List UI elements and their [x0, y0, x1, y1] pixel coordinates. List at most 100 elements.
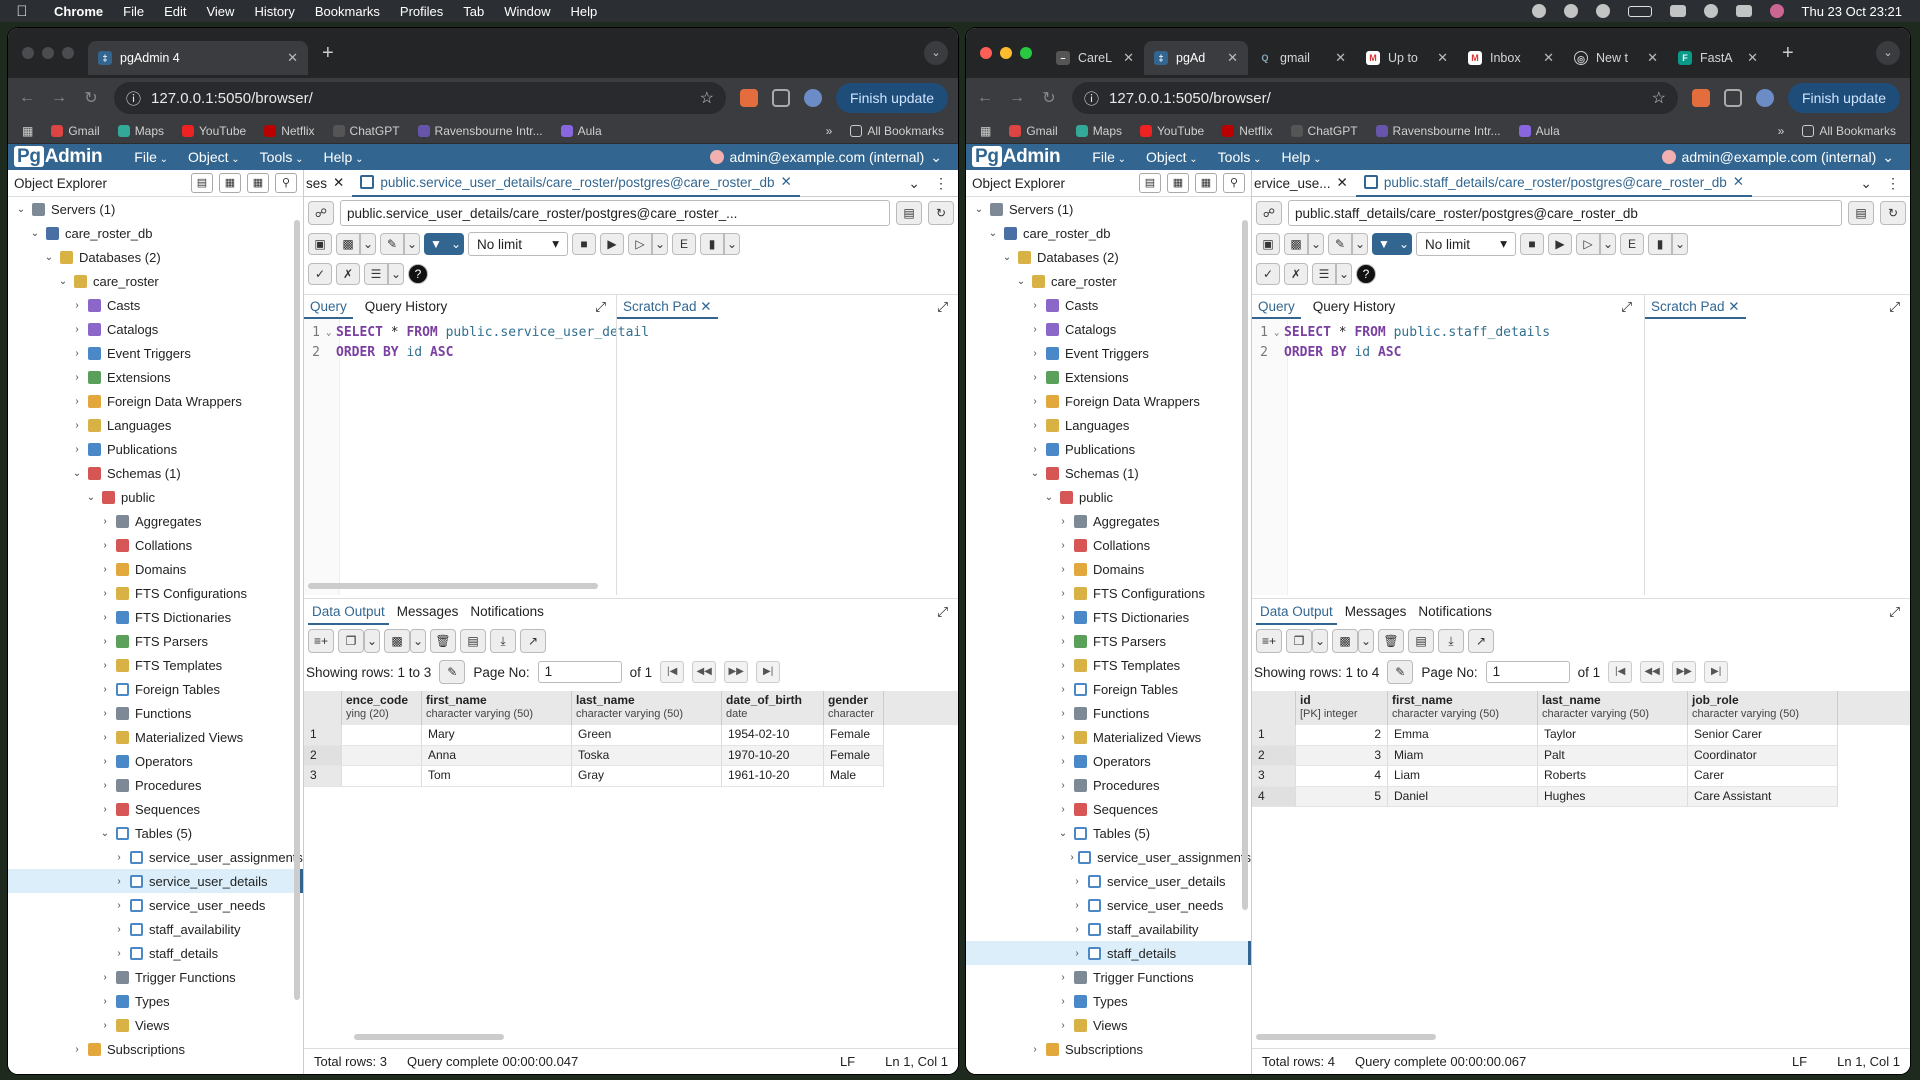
close-tab-icon[interactable]: ✕: [1543, 50, 1554, 66]
copy-dropdown-icon[interactable]: ⌄: [1312, 629, 1328, 653]
search-icon[interactable]: ⚲: [1223, 173, 1245, 193]
tree-table-staff-availability[interactable]: › staff_availability: [8, 917, 303, 941]
tree-functions[interactable]: › Functions: [966, 701, 1251, 725]
tree-database[interactable]: ⌄ care_roster: [966, 269, 1251, 293]
profile-avatar-icon[interactable]: [1755, 89, 1774, 107]
pg-menu-object[interactable]: Object: [178, 149, 250, 165]
filter-icon[interactable]: ▼: [424, 233, 448, 255]
tree-materialized-views[interactable]: › Materialized Views: [966, 725, 1251, 749]
pg-menu-help[interactable]: Help: [314, 149, 374, 165]
bookmark-gmail[interactable]: Gmail: [51, 124, 100, 138]
minimize-window-button[interactable]: [1000, 47, 1012, 59]
tree-fts-templates[interactable]: › FTS Templates: [966, 653, 1251, 677]
query-tool-icon[interactable]: ▤: [1139, 173, 1161, 193]
rollback-icon[interactable]: ✗: [1284, 263, 1308, 285]
close-tab-icon[interactable]: ✕: [287, 50, 298, 66]
tree-foreign-tables[interactable]: › Foreign Tables: [8, 677, 303, 701]
prev-page-icon[interactable]: ◀◀: [1640, 661, 1665, 683]
pg-menu-tools[interactable]: Tools: [1208, 149, 1272, 165]
explain-dropdown-icon[interactable]: ⌄: [724, 233, 740, 255]
execute-dropdown-icon[interactable]: ⌄: [652, 233, 668, 255]
page-number-input[interactable]: 1: [537, 661, 622, 683]
control-center-icon[interactable]: [1735, 5, 1752, 17]
tree-schemas[interactable]: ⌄ Schemas (1): [8, 461, 303, 485]
reload-icon[interactable]: ↻: [1040, 88, 1058, 108]
tree-catalogs[interactable]: › Catalogs: [966, 317, 1251, 341]
close-tab-icon[interactable]: ✕: [1733, 174, 1744, 190]
save-data-icon[interactable]: ▤: [460, 629, 486, 653]
execute-query-icon[interactable]: ▶: [600, 233, 624, 255]
extension-icon[interactable]: [1691, 89, 1710, 107]
paste-icon[interactable]: ▩: [384, 629, 410, 653]
tree-views[interactable]: › Views: [966, 1013, 1251, 1037]
filter-rows-icon[interactable]: ▦: [1195, 173, 1217, 193]
commit-icon[interactable]: ✓: [308, 263, 332, 285]
tree-tables[interactable]: ⌄ Tables (5): [8, 821, 303, 845]
tab-data-output[interactable]: Data Output: [1256, 599, 1337, 625]
tabs-dropdown-icon[interactable]: ⌄: [908, 175, 920, 192]
help-icon[interactable]: ?: [408, 264, 428, 284]
back-arrow-icon[interactable]: ←: [18, 89, 36, 107]
tree-fts-dictionaries[interactable]: › FTS Dictionaries: [8, 605, 303, 629]
explain-dropdown-icon[interactable]: ⌄: [1672, 233, 1688, 255]
expand-icon[interactable]: ⤢: [1889, 604, 1910, 620]
table-row[interactable]: 1 2 Emma Taylor Senior Carer: [1252, 725, 1910, 746]
tree-table-service-user-needs[interactable]: › service_user_needs: [966, 893, 1251, 917]
expand-icon[interactable]: ⤢: [1889, 299, 1900, 315]
forward-arrow-icon[interactable]: →: [1008, 89, 1026, 107]
apps-grid-icon[interactable]: ▦: [22, 124, 33, 138]
tab-search-chevron-icon[interactable]: ⌄: [924, 41, 948, 65]
minimize-window-button[interactable]: [42, 47, 54, 59]
table-row[interactable]: 2 Anna Toska 1970-10-20 Female: [304, 745, 958, 766]
close-window-button[interactable]: [22, 47, 34, 59]
expand-icon[interactable]: ⤢: [1621, 299, 1632, 315]
user-menu[interactable]: admin@example.com (internal) ⌄: [709, 149, 958, 166]
explain-analyze-icon[interactable]: ▮: [1648, 233, 1672, 255]
bookmark-aula[interactable]: Aula: [560, 124, 602, 138]
row-limit-select[interactable]: No limit ▾: [1416, 232, 1516, 256]
graph-icon[interactable]: ↗: [1468, 629, 1494, 653]
tree-subscriptions[interactable]: › Subscriptions: [966, 1037, 1251, 1061]
extensions-puzzle-icon[interactable]: [1723, 89, 1742, 107]
tree-aggregates[interactable]: › Aggregates: [8, 509, 303, 533]
tree-trigger-functions[interactable]: › Trigger Functions: [966, 965, 1251, 989]
save-file-icon[interactable]: ▩: [336, 233, 360, 255]
grid-hscroll[interactable]: [354, 1034, 504, 1040]
explain-icon[interactable]: E: [672, 233, 696, 255]
delete-row-icon[interactable]: 🗑: [430, 629, 456, 653]
bookmark-youtube[interactable]: YouTube: [1140, 124, 1204, 138]
download-icon[interactable]: ⤓: [1438, 629, 1464, 653]
close-tab-icon[interactable]: ✕: [1227, 50, 1238, 66]
edit-pencil-icon[interactable]: ✎: [439, 660, 466, 684]
tab-scratch-pad[interactable]: Scratch Pad ✕: [1645, 295, 1746, 319]
tree-views[interactable]: › Views: [8, 1013, 303, 1037]
explorer-scrollbar[interactable]: [294, 220, 300, 1000]
stop-query-icon[interactable]: ■: [572, 233, 596, 255]
connection-selector[interactable]: public.staff_details/care_roster/postgre…: [1288, 200, 1842, 226]
sql-editor[interactable]: 1 ⌄ SELECT * FROM public.service_user_deta…: [304, 323, 649, 363]
connection-status-icon[interactable]: ☍: [308, 201, 334, 225]
close-tab-icon[interactable]: ✕: [1123, 50, 1134, 66]
bookmark-star-icon[interactable]: ☆: [700, 88, 714, 108]
tab-messages[interactable]: Messages: [393, 599, 463, 625]
menu-view[interactable]: View: [196, 4, 244, 19]
pg-menu-tools[interactable]: Tools: [250, 149, 314, 165]
tree-table-service-user-assignments[interactable]: › service_user_assignments: [966, 845, 1251, 869]
tree-casts[interactable]: › Casts: [8, 293, 303, 317]
database-icon[interactable]: ▤: [896, 201, 922, 225]
edit-icon[interactable]: ✎: [380, 233, 404, 255]
macros-icon[interactable]: ☰: [364, 263, 388, 285]
tree-types[interactable]: › Types: [8, 989, 303, 1013]
reload-icon[interactable]: ↻: [82, 88, 100, 108]
edit-dropdown-icon[interactable]: ⌄: [1352, 233, 1368, 255]
close-tab-icon[interactable]: ✕: [1335, 50, 1346, 66]
tab-data-output[interactable]: Data Output: [308, 599, 389, 625]
bookmark-youtube[interactable]: YouTube: [182, 124, 246, 138]
pg-menu-file[interactable]: File: [1082, 149, 1136, 165]
bookmark-ravensbourne[interactable]: Ravensbourne Intr...: [1375, 124, 1501, 138]
tree-languages[interactable]: › Languages: [8, 413, 303, 437]
close-window-button[interactable]: [980, 47, 992, 59]
table-row[interactable]: 4 5 Daniel Hughes Care Assistant: [1252, 786, 1910, 807]
column-header[interactable]: gender character: [824, 691, 884, 725]
column-header[interactable]: last_name character varying (50): [1538, 691, 1688, 725]
